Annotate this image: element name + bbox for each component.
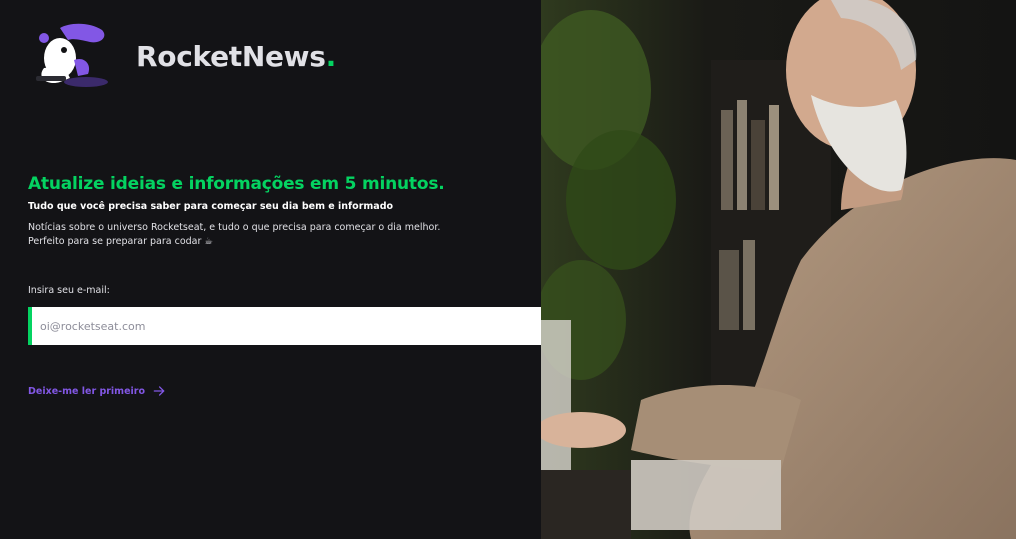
brand-dot: . [325, 40, 337, 73]
email-input[interactable] [32, 307, 590, 345]
left-panel: RocketNews. Atualize ideias e informaçõe… [0, 0, 541, 539]
read-first-label: Deixe-me ler primeiro [28, 385, 145, 397]
arrow-right-icon [153, 386, 165, 396]
rocketnews-logo-illustration [30, 20, 110, 94]
email-field-wrapper [28, 307, 590, 345]
hero-description-line-2: Perfeito para se preparar para codar ☕ [28, 236, 213, 247]
hero-description: Notícias sobre o universo Rocketseat, e … [28, 221, 448, 249]
brand-name: RocketNews [136, 40, 326, 73]
brand-title: RocketNews. [136, 40, 336, 73]
man-with-laptop-photo [541, 0, 1016, 539]
read-first-link[interactable]: Deixe-me ler primeiro [28, 384, 167, 398]
hero-subheadline: Tudo que você precisa saber para começar… [28, 201, 394, 212]
hero-headline: Atualize ideias e informações em 5 minut… [28, 174, 445, 194]
email-label: Insira seu e-mail: [28, 285, 110, 296]
hero-description-line-1: Notícias sobre o universo Rocketseat, e … [28, 222, 441, 233]
hero-photo [541, 0, 1016, 539]
